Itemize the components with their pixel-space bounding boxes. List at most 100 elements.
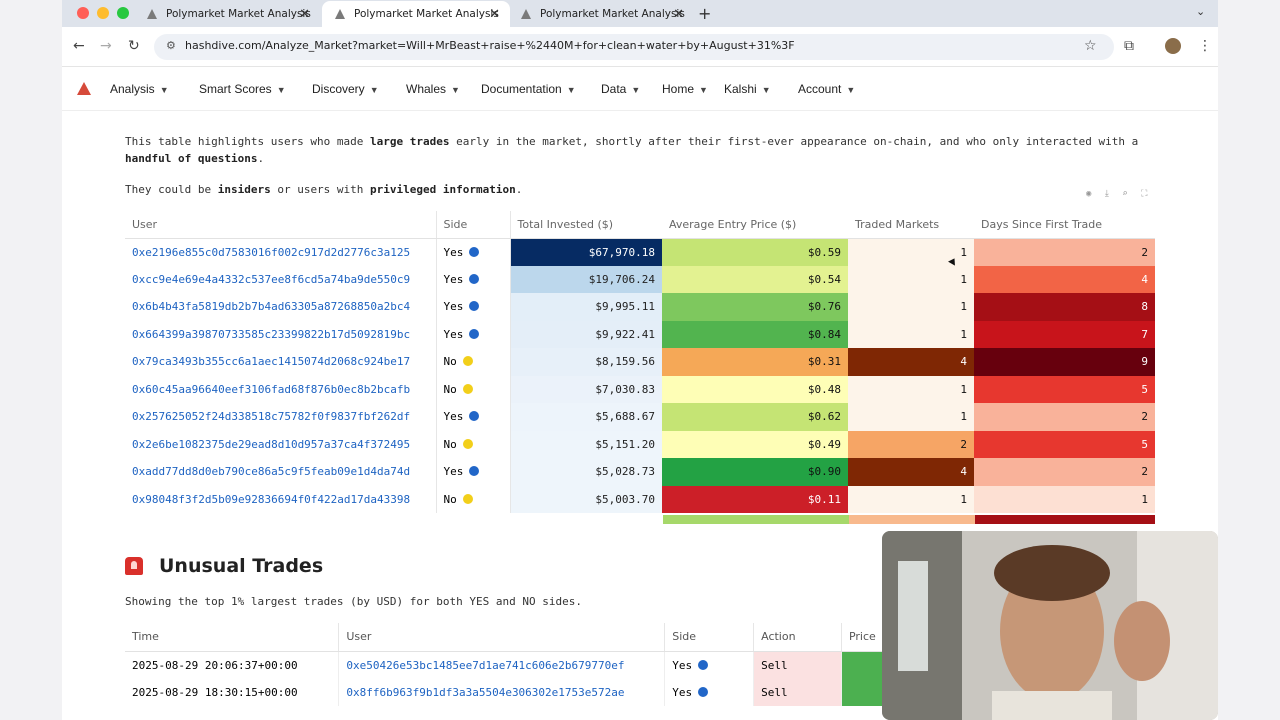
insiders-description: This table highlights users who made lar… — [125, 133, 1155, 167]
profile-avatar[interactable] — [1165, 38, 1181, 54]
invested-cell: $19,706.24 — [510, 265, 662, 293]
close-window-button[interactable] — [77, 7, 89, 19]
new-tab-plus-icon[interactable]: + — [698, 4, 711, 23]
tab-title: Polymarket Market Analysis — [540, 8, 685, 20]
nav-discovery[interactable]: Discovery ▼ — [312, 82, 379, 96]
forward-arrow-icon[interactable]: → — [100, 38, 112, 54]
price-cell: $0.62 — [662, 403, 848, 431]
user-address-link[interactable]: 0x6b4b43fa5819db2b7b4ad63305a87268850a2b… — [125, 293, 436, 321]
days-cell: 9 — [974, 348, 1155, 376]
browser-menu-icon[interactable]: ⋮ — [1198, 38, 1212, 54]
table-row: 2025-08-29 20:06:37+00:00 0xe50426e53bc14… — [125, 651, 886, 679]
text: early in the market, shortly after their… — [449, 135, 1139, 148]
site-settings-icon[interactable]: ⚙ — [166, 39, 176, 52]
column-header[interactable]: Time — [125, 623, 340, 652]
price-cell: $0.59 — [662, 238, 848, 266]
tab-search-chevron-icon[interactable]: ⌄ — [1196, 5, 1205, 18]
column-header[interactable]: Price — [841, 623, 886, 652]
user-address-link[interactable]: 0x257625052f24d338518c75782f0f9837fbf262… — [125, 403, 436, 431]
price-cell: $0.84 — [662, 320, 848, 348]
url-text[interactable]: hashdive.com/Analyze_Market?market=Will+… — [185, 39, 795, 52]
unusual-trades-title: Unusual Trades — [125, 555, 323, 577]
column-header[interactable]: Action — [753, 623, 842, 652]
user-address-link[interactable]: 0x98048f3f2d5b09e92836694f0f422ad17da433… — [125, 486, 436, 514]
maximize-window-button[interactable] — [117, 7, 129, 19]
blue-circle-icon — [469, 466, 480, 477]
download-icon[interactable]: ⤓ — [1105, 189, 1109, 199]
user-address-link[interactable]: 0x79ca3493b355cc6a1aec1415074d2068c924be… — [125, 348, 436, 376]
table-header-row: Time User Side Action Price — [125, 623, 886, 652]
side-text: No — [443, 355, 457, 369]
nav-home[interactable]: Home ▼ — [662, 82, 708, 96]
column-header[interactable]: Days Since First Trade — [974, 211, 1155, 239]
hashdive-logo-icon[interactable] — [77, 82, 91, 95]
tab-3[interactable]: Polymarket Market Analysis ✕ — [508, 1, 694, 27]
nav-data[interactable]: Data ▼ — [601, 82, 640, 96]
search-icon[interactable]: ⌕ — [1122, 189, 1127, 199]
back-arrow-icon[interactable]: ← — [73, 38, 85, 54]
price-cell: $0.31 — [662, 348, 848, 376]
side-text: Yes — [443, 327, 464, 341]
column-header[interactable]: Side — [664, 623, 755, 652]
nav-label: Documentation — [481, 82, 562, 96]
chevron-down-icon: ▼ — [846, 85, 856, 95]
blue-circle-icon — [469, 411, 480, 422]
user-address-link[interactable]: 0xe2196e855c0d7583016f002c917d2d2776c3a1… — [125, 238, 436, 266]
nav-kalshi[interactable]: Kalshi ▼ — [724, 82, 771, 96]
invested-cell: $7,030.83 — [510, 375, 662, 403]
user-address-link[interactable]: 0xe50426e53bc1485ee7d1ae741c606e2b679770… — [338, 651, 666, 679]
user-address-link[interactable]: 0x664399a39870733585c23399822b17d5092819… — [125, 321, 436, 349]
nav-account[interactable]: Account ▼ — [798, 82, 855, 96]
close-icon[interactable]: ✕ — [673, 7, 684, 22]
insiders-table: User Side Total Invested ($) Average Ent… — [125, 211, 1155, 513]
column-header[interactable]: User — [338, 623, 666, 652]
tab-2[interactable]: Polymarket Market Analysis ✕ — [322, 1, 510, 27]
side-cell: Yes — [435, 320, 511, 348]
tab-1[interactable]: Polymarket Market Analysis ✕ — [134, 1, 320, 27]
tab-title: Polymarket Market Analysis — [166, 8, 311, 20]
nav-whales[interactable]: Whales ▼ — [406, 82, 460, 96]
text: This table highlights users who made — [125, 135, 371, 148]
minimize-window-button[interactable] — [97, 7, 109, 19]
eye-icon[interactable]: ◉ — [1086, 189, 1091, 199]
nav-label: Kalshi — [724, 82, 757, 96]
close-icon[interactable]: ✕ — [489, 7, 500, 22]
markets-cell: 1 — [848, 320, 974, 348]
markets-cell: 2 — [848, 430, 974, 458]
user-address-link[interactable]: 0x8ff6b963f9b1df3a3a5504e306302e1753e572… — [338, 678, 666, 706]
address-bar[interactable]: ⚙ hashdive.com/Analyze_Market?market=Wil… — [154, 34, 1114, 60]
column-header[interactable]: Traded Markets — [848, 211, 974, 239]
column-header[interactable]: Total Invested ($) — [510, 211, 662, 239]
close-icon[interactable]: ✕ — [299, 7, 310, 22]
table-row: 0xadd77dd8d0eb790ce86a5c9f5feab09e1d4da7… — [125, 458, 1155, 486]
bookmark-star-icon[interactable]: ☆ — [1084, 38, 1097, 54]
column-header[interactable]: User — [125, 211, 436, 239]
nav-label: Discovery — [312, 82, 365, 96]
nav-documentation[interactable]: Documentation ▼ — [481, 82, 576, 96]
user-address-link[interactable]: 0xcc9e4e69e4a4332c537ee8f6cd5a74ba9de550… — [125, 266, 436, 294]
side-cell: Yes — [435, 265, 511, 293]
reload-icon[interactable]: ↻ — [128, 38, 140, 54]
text: . — [515, 183, 523, 196]
chevron-down-icon: ▼ — [699, 85, 708, 95]
user-address-link[interactable]: 0x60c45aa96640eef3106fad68f876b0ec8b2bca… — [125, 376, 436, 404]
side-cell: No — [435, 348, 511, 376]
extensions-puzzle-icon[interactable]: ⧉ — [1124, 38, 1134, 54]
chevron-down-icon: ▼ — [451, 85, 460, 95]
blue-circle-icon — [469, 246, 480, 257]
side-cell: Yes — [664, 651, 755, 679]
column-header[interactable]: Side — [435, 211, 511, 239]
nav-analysis[interactable]: Analysis ▼ — [110, 82, 169, 96]
price-cell: $0.11 — [662, 485, 848, 513]
user-address-link[interactable]: 0x2e6be1082375de29ead8d10d957a37ca4f3724… — [125, 431, 436, 459]
side-cell: Yes — [435, 458, 511, 486]
emphasis: insiders — [217, 183, 271, 196]
column-header[interactable]: Average Entry Price ($) — [662, 211, 848, 239]
nav-smart-scores[interactable]: Smart Scores ▼ — [199, 82, 286, 96]
markets-cell: 1 — [848, 375, 974, 403]
user-address-link[interactable]: 0xadd77dd8d0eb790ce86a5c9f5feab09e1d4da7… — [125, 458, 436, 486]
price-cell — [841, 678, 886, 706]
days-cell: 5 — [974, 375, 1155, 403]
side-cell: No — [435, 430, 511, 458]
fullscreen-icon[interactable]: ⛶ — [1141, 189, 1147, 199]
